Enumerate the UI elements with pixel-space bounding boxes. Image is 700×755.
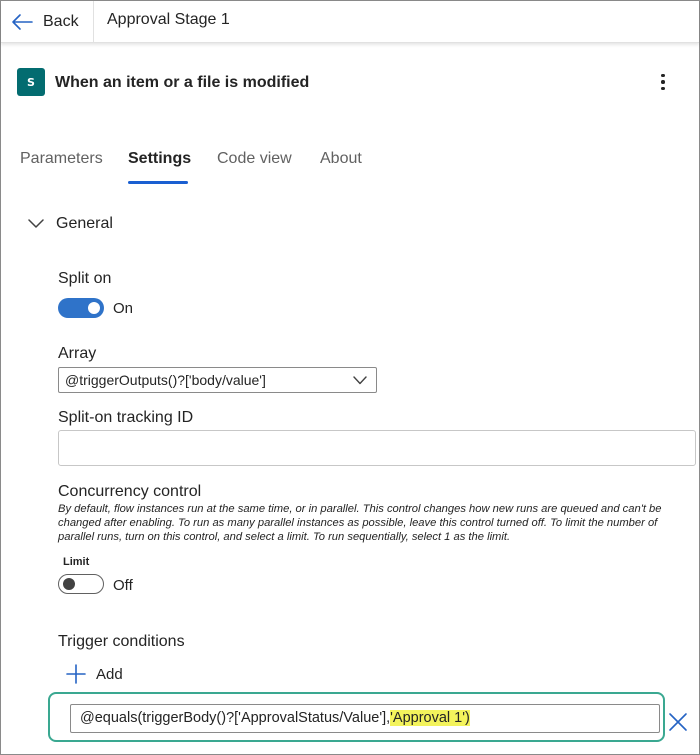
close-icon[interactable] — [668, 712, 688, 732]
add-condition-button[interactable]: Add — [66, 663, 123, 685]
toggle-knob — [63, 578, 75, 590]
chevron-down-icon — [353, 376, 367, 385]
tracking-id-input[interactable] — [58, 430, 696, 466]
condition-text: @equals(triggerBody()?['ApprovalStatus/V… — [80, 710, 391, 726]
tab-parameters[interactable]: Parameters — [20, 150, 103, 168]
array-dropdown[interactable]: @triggerOutputs()?['body/value'] — [58, 367, 377, 393]
more-options-icon-dot — [661, 80, 665, 84]
split-on-label: Split on — [58, 270, 112, 287]
more-options-icon — [661, 73, 665, 78]
active-tab-indicator — [128, 181, 188, 184]
concurrency-description: By default, flow instances run at the sa… — [58, 503, 662, 543]
condition-highlighted-text: 'Approval 1') — [390, 710, 470, 726]
panel-title: Approval Stage 1 — [107, 11, 230, 28]
array-label: Array — [58, 345, 97, 362]
sharepoint-icon: S — [17, 68, 45, 96]
back-label: Back — [43, 13, 79, 30]
tab-about[interactable]: About — [320, 150, 362, 168]
more-options-icon-dot — [661, 86, 665, 91]
array-dropdown-value: @triggerOutputs()?['body/value'] — [65, 372, 266, 388]
trigger-condition-input[interactable]: @equals(triggerBody()?['ApprovalStatus/V… — [70, 704, 660, 733]
tab-code-view[interactable]: Code view — [217, 150, 292, 168]
tracking-id-label: Split-on tracking ID — [58, 409, 194, 426]
concurrency-toggle[interactable] — [58, 574, 104, 594]
trigger-title: When an item or a file is modified — [55, 74, 310, 91]
split-on-toggle[interactable] — [58, 298, 104, 318]
back-button[interactable]: Back — [11, 7, 79, 37]
concurrency-state: Off — [113, 577, 133, 594]
more-options-button[interactable] — [652, 70, 674, 94]
top-bar: Back Approval Stage 1 — [1, 1, 699, 43]
limit-label: Limit — [63, 556, 90, 568]
arrow-left-icon — [12, 14, 33, 30]
concurrency-label: Concurrency control — [58, 483, 202, 500]
plus-icon — [66, 664, 86, 684]
chevron-down-icon[interactable] — [28, 217, 44, 231]
sharepoint-icon-letter: S — [27, 75, 35, 89]
add-label: Add — [96, 665, 123, 683]
top-divider — [93, 1, 94, 43]
trigger-conditions-label: Trigger conditions — [58, 633, 185, 650]
toggle-knob — [88, 302, 100, 314]
split-on-state: On — [113, 300, 134, 317]
tab-settings[interactable]: Settings — [128, 150, 191, 168]
section-title-general: General — [56, 215, 113, 232]
